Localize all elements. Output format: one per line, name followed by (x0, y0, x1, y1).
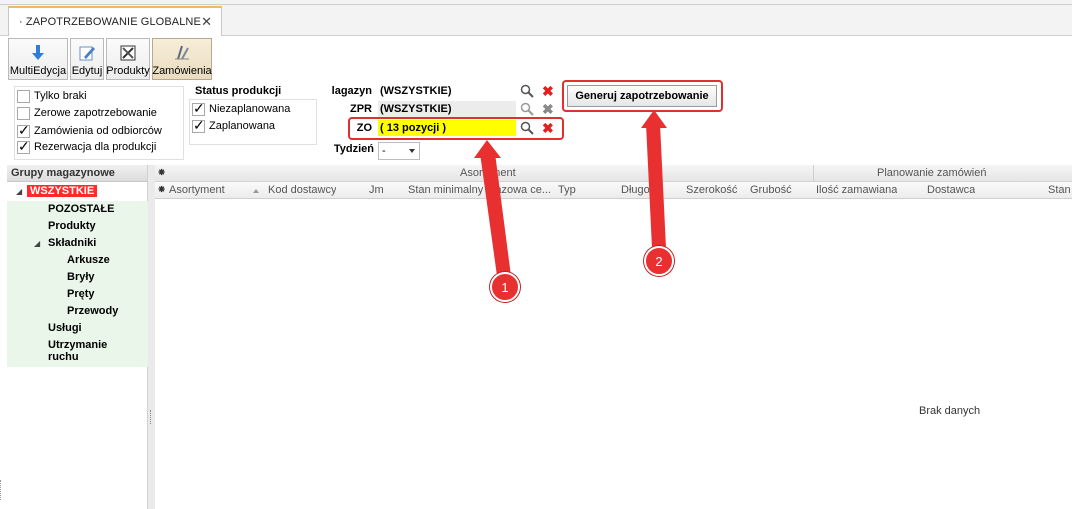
col-asortyment[interactable]: Asortyment (169, 182, 225, 199)
checkbox-zerowe-zapotrzebowanie[interactable]: Zerowe zapotrzebowanie (17, 105, 157, 121)
checkbox-rezerwacja-dla-produkcji[interactable]: Rezerwacja dla produkcji (17, 138, 157, 155)
search-icon[interactable] (520, 84, 534, 98)
close-icon[interactable]: ✕ (201, 14, 212, 30)
checkbox-zamowienia-od-odbiorcow[interactable]: Zamówienia od odbiorców (17, 122, 162, 139)
checkbox-label: Niezaplanowana (209, 103, 291, 115)
zamowienia-label: Zamówienia (152, 65, 212, 77)
tydzien-value: - (382, 145, 386, 157)
tree-header: Grupy magazynowe (7, 165, 147, 182)
checkbox-box[interactable] (192, 117, 205, 134)
tydzien-label: Tydzień (333, 143, 374, 155)
tree-node-bryly[interactable]: Bryły (67, 271, 95, 283)
checkbox-box[interactable] (17, 138, 30, 155)
tree-node-label-line1: Utrzymanie (48, 339, 108, 351)
checkbox-box[interactable] (17, 106, 30, 120)
col-stan[interactable]: Stan (1048, 182, 1071, 199)
callout-2: 2 (644, 246, 674, 276)
grid-band-row: ⁕ Asortyment Planowanie zamówień (155, 165, 1072, 182)
tree-node-arkusze[interactable]: Arkusze (67, 254, 110, 266)
collapse-icon[interactable]: ◢ (16, 187, 22, 196)
tree-node-prety[interactable]: Pręty (67, 288, 95, 300)
tab-title: · ZAPOTRZEBOWANIE GLOBALNE · (19, 16, 208, 28)
clear-icon[interactable]: ✖ (542, 102, 554, 116)
multiedycja-label: MultiEdycja (9, 65, 67, 77)
checkbox-box[interactable] (192, 100, 205, 117)
edytuj-label: Edytuj (71, 65, 103, 77)
band-asortyment: Asortyment (460, 167, 516, 179)
tree-node-pozostale[interactable]: POZOSTAŁE (48, 203, 114, 215)
grid-corner-icon[interactable]: ⁕ (157, 165, 166, 182)
clear-icon[interactable]: ✖ (542, 84, 554, 98)
col-stan-minimalny[interactable]: Stan minimalny (408, 182, 483, 199)
magazyn-label: lagazyn (331, 85, 372, 97)
produkty-label: Produkty (106, 65, 150, 77)
checkbox-label: Zamówienia od odbiorców (34, 125, 162, 137)
sort-asc-icon (253, 189, 259, 193)
col-typ[interactable]: Typ (558, 182, 576, 199)
col-szerokosc[interactable]: Szerokość (686, 182, 737, 199)
chevron-down-icon[interactable] (409, 149, 415, 153)
data-grid: ⁕ Asortyment Planowanie zamówień ⁕ Asort… (155, 165, 1072, 509)
splitter-grip[interactable] (150, 410, 153, 424)
multiedycja-button[interactable]: MultiEdycja (8, 38, 68, 80)
toolbar: MultiEdycja Edytuj Produkty Zamówienia (0, 36, 1072, 82)
col-ilosc-zamawiana[interactable]: Ilość zamawiana (816, 182, 897, 199)
tree-node-przewody[interactable]: Przewody (67, 305, 118, 317)
search-icon[interactable] (520, 102, 534, 116)
col-kod-dostawcy[interactable]: Kod dostawcy (268, 182, 336, 199)
zo-highlight (348, 117, 564, 140)
tab-strip: · ZAPOTRZEBOWANIE GLOBALNE · ✕ (0, 0, 1072, 36)
splitter[interactable] (148, 165, 155, 509)
checkbox-tylko-braki[interactable]: Tylko braki (17, 88, 87, 104)
pencil-icon (79, 46, 95, 61)
callout-1: 1 (490, 272, 520, 302)
tab-zapotrzebowanie-globalne[interactable]: · ZAPOTRZEBOWANIE GLOBALNE · ✕ (8, 6, 222, 36)
checkbox-label: Rezerwacja dla produkcji (34, 141, 157, 153)
grid-column-header: ⁕ Asortyment Kod dostawcy Jm Stan minima… (155, 182, 1072, 199)
checkbox-box[interactable] (17, 122, 30, 139)
collapse-icon[interactable]: ◢ (34, 239, 40, 248)
col-grubosc[interactable]: Grubość (750, 182, 792, 199)
checkbox-zaplanowana[interactable]: Zaplanowana (192, 117, 276, 134)
checkbox-niezaplanowana[interactable]: Niezaplanowana (192, 100, 291, 117)
left-edge-grip (0, 480, 3, 500)
tree-grupy-magazynowe: Grupy magazynowe ◢ WSZYSTKIE POZOSTAŁE P… (7, 165, 148, 509)
checkbox-label: Zerowe zapotrzebowanie (34, 107, 157, 119)
zpr-label: ZPR (350, 103, 372, 115)
zpr-field[interactable]: (WSZYSTKIE) (378, 101, 516, 117)
tab-strip-line (0, 4, 1072, 5)
col-bazowa-cena[interactable]: Bazowa ce... (488, 182, 552, 199)
tree-node-utrzymanie-ruchu[interactable]: Utrzymanie ruchu (48, 339, 107, 363)
filter-row-icon[interactable]: ⁕ (157, 182, 166, 199)
produkty-button[interactable]: Produkty (106, 38, 150, 80)
magazyn-field[interactable]: (WSZYSTKIE) (378, 83, 516, 99)
checkbox-label: Zaplanowana (209, 120, 276, 132)
checkbox-label: Tylko braki (34, 90, 87, 102)
filter-panel: Tylko braki Zerowe zapotrzebowanie Zamów… (0, 80, 1072, 162)
col-jm[interactable]: Jm (369, 182, 384, 199)
pencils-icon (175, 45, 189, 60)
down-arrow-icon (32, 45, 44, 60)
zamowienia-button[interactable]: Zamówienia (152, 38, 212, 80)
tree-node-wszystkie[interactable]: WSZYSTKIE (27, 185, 98, 197)
generate-highlight (562, 80, 723, 112)
empty-grid-text: Brak danych (919, 405, 981, 417)
col-dostawca[interactable]: Dostawca (927, 182, 975, 199)
checkbox-box[interactable] (17, 89, 30, 103)
tree-node-produkty[interactable]: Produkty (48, 220, 96, 232)
col-dlugosc[interactable]: Długość (621, 182, 661, 199)
tydzien-select[interactable]: - (378, 142, 420, 160)
tools-icon (120, 45, 136, 61)
tree-node-label-line2: ruchu (48, 351, 79, 363)
edytuj-button[interactable]: Edytuj (70, 38, 104, 80)
tree-node-uslugi[interactable]: Usługi (48, 322, 82, 334)
band-planowanie: Planowanie zamówień (877, 167, 987, 179)
status-produkcji-title: Status produkcji (195, 85, 282, 97)
tree-node-skladniki[interactable]: Składniki (48, 237, 96, 249)
